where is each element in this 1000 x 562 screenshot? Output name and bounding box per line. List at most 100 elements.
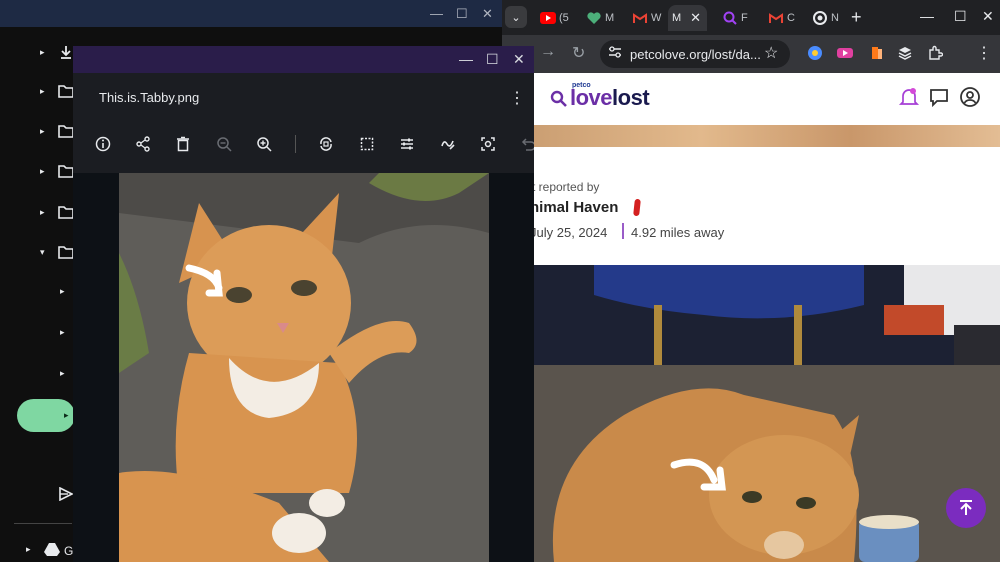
- forward-icon[interactable]: →: [540, 43, 556, 61]
- chevron-right-icon[interactable]: ▸: [64, 410, 69, 421]
- filename: This.is.Tabby.png: [99, 90, 200, 105]
- tab-youtube[interactable]: (5: [536, 5, 569, 31]
- chevron-down-icon[interactable]: ▾: [40, 247, 48, 258]
- tree-subitem[interactable]: ▸: [60, 286, 68, 297]
- tree-item-google-drive[interactable]: ▸: [26, 542, 60, 556]
- chevron-right-icon[interactable]: ▸: [40, 47, 48, 58]
- tree-subitem[interactable]: ▸: [60, 327, 68, 338]
- found-cat-photo: [534, 265, 1000, 562]
- minimize-button[interactable]: —: [430, 6, 443, 21]
- red-marker: [633, 198, 641, 217]
- bell-icon[interactable]: [898, 86, 920, 108]
- close-window-button[interactable]: ✕: [482, 6, 493, 22]
- report-info: t reported by nimal Haven July 25, 2024 …: [502, 147, 1000, 265]
- close-window-button[interactable]: ✕: [982, 8, 994, 25]
- tab-gmail-c[interactable]: C: [764, 5, 795, 31]
- extension-icon[interactable]: [806, 44, 824, 62]
- menu-kebab-icon[interactable]: ⋮: [976, 43, 992, 63]
- chevron-right-icon[interactable]: ▸: [60, 368, 68, 379]
- heart-icon: [586, 10, 602, 26]
- download-icon: [61, 46, 71, 59]
- layers-icon[interactable]: [896, 44, 914, 62]
- tab-title: M: [672, 12, 682, 24]
- chevron-right-icon[interactable]: ▸: [40, 86, 48, 97]
- logo-search-icon: [550, 90, 567, 107]
- site-header: petco love lost: [502, 73, 1000, 125]
- distance-text: 4.92 miles away: [631, 225, 725, 240]
- close-window-button[interactable]: ✕: [513, 51, 525, 68]
- more-options-icon[interactable]: ⋮: [509, 88, 525, 108]
- tree-item-folder-expanded[interactable]: ▾: [40, 245, 74, 259]
- adjust-icon[interactable]: [398, 135, 416, 153]
- chevron-right-icon[interactable]: ▸: [40, 207, 48, 218]
- zoom-out-icon[interactable]: [215, 135, 233, 153]
- extension-icon[interactable]: [836, 44, 854, 62]
- tree-subitem[interactable]: ▸: [60, 368, 68, 379]
- site-info-icon[interactable]: [608, 45, 622, 63]
- play-icon: [59, 487, 74, 501]
- chevron-right-icon[interactable]: ▸: [40, 126, 48, 137]
- tab-chrome[interactable]: N: [808, 5, 839, 31]
- new-tab-button[interactable]: +: [851, 7, 862, 28]
- tab-gmail-w[interactable]: W: [628, 5, 661, 31]
- found-date: July 25, 2024: [530, 225, 608, 240]
- maximize-button[interactable]: ☐: [486, 51, 499, 68]
- folder-icon: [58, 125, 74, 138]
- tab-title: C: [787, 12, 795, 24]
- chevron-right-icon[interactable]: ▸: [40, 166, 48, 177]
- bookmark-star-icon[interactable]: ☆: [764, 43, 778, 63]
- zoom-in-icon[interactable]: [255, 135, 273, 153]
- crop-icon[interactable]: [358, 135, 376, 153]
- chevron-right-icon[interactable]: ▸: [26, 544, 34, 555]
- petco-love-lost-logo[interactable]: petco love lost: [550, 82, 650, 111]
- chevron-right-icon[interactable]: ▸: [60, 286, 68, 297]
- close-icon[interactable]: ✕: [690, 10, 701, 26]
- maximize-button[interactable]: ☐: [954, 8, 967, 25]
- tab-active[interactable]: M ✕: [668, 5, 708, 31]
- tab-title: M: [605, 12, 615, 24]
- tree-item-downloads[interactable]: ▸: [40, 44, 74, 60]
- url-text: petcolove.org/lost/da...: [630, 46, 761, 62]
- toolbar-divider: [295, 135, 296, 153]
- tab-search-button[interactable]: ⌄: [505, 6, 527, 28]
- gmail-icon: [768, 10, 784, 26]
- chat-icon[interactable]: [928, 86, 950, 108]
- address-bar[interactable]: petcolove.org/lost/da...: [600, 40, 790, 68]
- info-icon[interactable]: [94, 135, 112, 153]
- browser-toolbar: → ↻ petcolove.org/lost/da... ☆ ⋮: [502, 35, 1000, 73]
- divider: [14, 523, 72, 524]
- tab-search[interactable]: F: [718, 5, 748, 31]
- markup-icon[interactable]: [439, 135, 457, 153]
- rotate-icon[interactable]: [317, 135, 335, 153]
- puzzle-icon[interactable]: [926, 44, 944, 62]
- tree-item-folder[interactable]: ▸: [40, 205, 74, 219]
- undo-icon[interactable]: [519, 135, 534, 153]
- logo-lost-text: lost: [612, 85, 650, 110]
- tree-item-drive-shortcut[interactable]: [58, 487, 74, 501]
- youtube-icon: [540, 10, 556, 26]
- folder-icon: [58, 246, 74, 259]
- account-icon[interactable]: [959, 86, 981, 108]
- viewer-header: This.is.Tabby.png ⋮: [73, 73, 534, 173]
- chevron-right-icon[interactable]: ▸: [60, 327, 68, 338]
- lens-icon[interactable]: [479, 135, 497, 153]
- extension-icon[interactable]: [868, 44, 886, 62]
- tree-item-folder[interactable]: ▸: [40, 164, 74, 178]
- tree-item-folder[interactable]: ▸: [40, 124, 74, 138]
- scroll-to-top-button[interactable]: [946, 488, 986, 528]
- minimize-button[interactable]: —: [920, 8, 934, 24]
- share-icon[interactable]: [134, 135, 152, 153]
- reload-icon[interactable]: ↻: [572, 43, 585, 63]
- browser-window: ⌄ (5 M W M ✕ F C N + — ☐ ✕ → ↻ petcolove…: [502, 0, 1000, 562]
- tab-strip: ⌄ (5 M W M ✕ F C N + — ☐ ✕: [502, 0, 1000, 35]
- tree-item-folder[interactable]: ▸: [40, 84, 74, 98]
- reporter-name[interactable]: nimal Haven: [530, 199, 618, 216]
- delete-icon[interactable]: [174, 135, 192, 153]
- arrow-up-icon: [960, 500, 972, 515]
- search-icon: [722, 10, 738, 26]
- tab-heart[interactable]: M: [582, 5, 614, 31]
- tab-title: F: [741, 12, 748, 24]
- banner-photo-strip: [502, 125, 1000, 147]
- maximize-button[interactable]: ☐: [456, 6, 468, 22]
- minimize-button[interactable]: —: [459, 51, 473, 67]
